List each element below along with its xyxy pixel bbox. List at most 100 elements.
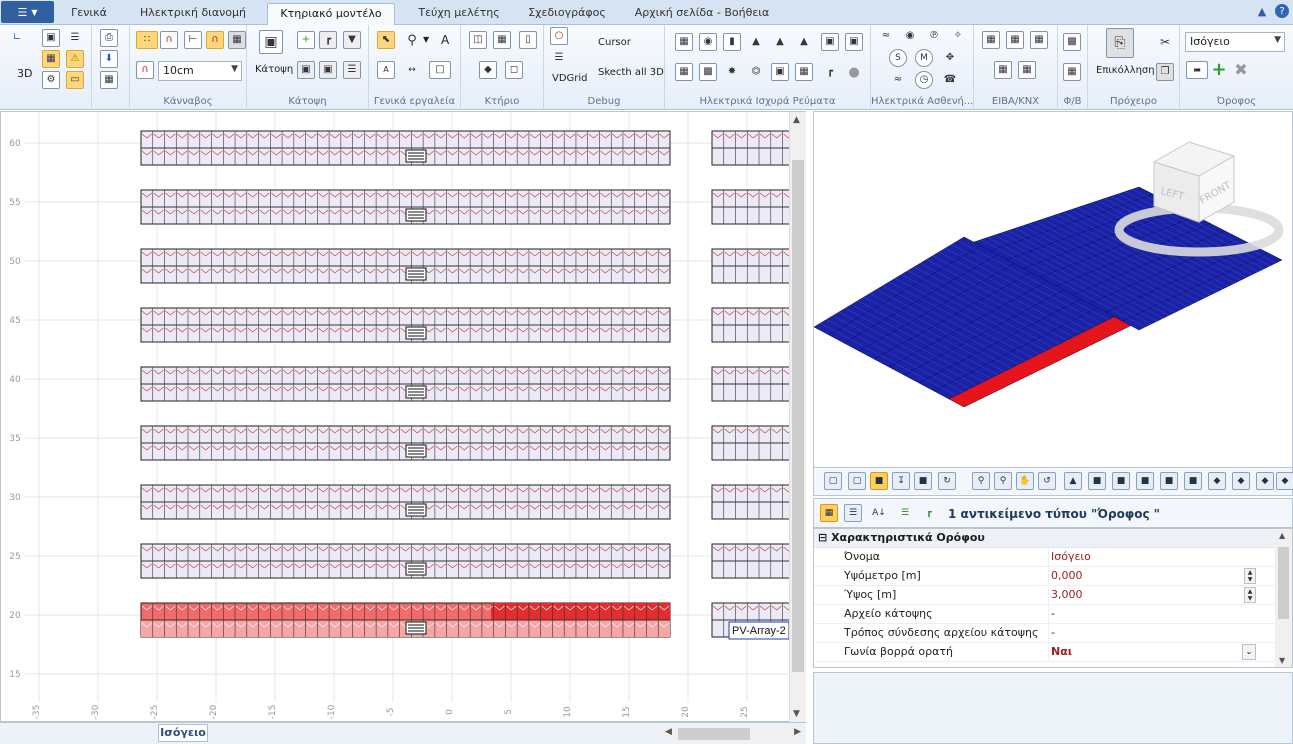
orbit-icon[interactable]: ↺	[1038, 472, 1056, 490]
zoom-window-icon[interactable]: ⚲	[972, 472, 990, 490]
add-floor-icon[interactable]: +	[1210, 61, 1228, 79]
antenna-icon[interactable]: ℗	[925, 27, 943, 45]
property-value[interactable]: -	[1048, 624, 1256, 642]
floorplan-icon[interactable]: ▣	[259, 30, 283, 54]
floor-select[interactable]: Ισόγειο ▼	[1185, 32, 1285, 52]
paste-button[interactable]: Επικόλληση	[1096, 65, 1155, 76]
pv-row[interactable]	[140, 130, 794, 166]
magnet-icon[interactable]: ∩	[206, 31, 224, 49]
collapse-ribbon-icon[interactable]: ▲	[1255, 4, 1269, 18]
property-row[interactable]: Όνομα Ισόγειο	[814, 548, 1292, 567]
wall-icon[interactable]: ┏	[319, 31, 337, 49]
annotation-icon[interactable]: A	[377, 61, 395, 79]
copy-icon[interactable]: ❐	[1156, 63, 1174, 81]
dimension-icon[interactable]: ↔	[403, 61, 421, 79]
3d-view[interactable]: LEFT FRONT	[813, 111, 1293, 468]
window-icon[interactable]: ▣	[42, 29, 60, 47]
grid-lock-icon[interactable]: ▦	[228, 31, 246, 49]
scroll-thumb[interactable]	[792, 160, 804, 672]
switch-icon[interactable]: ▮	[723, 33, 741, 51]
refresh-icon[interactable]: ↻	[938, 472, 956, 490]
zoom-icon[interactable]: ⚲	[403, 31, 421, 49]
scroll-down-icon[interactable]: ▼	[793, 709, 800, 719]
tab-building-model[interactable]: Κτηριακό μοντέλο	[267, 3, 395, 25]
iso-sw-icon[interactable]: ◆	[1208, 472, 1226, 490]
tab-drafter[interactable]: Σχεδιογράφος	[522, 3, 612, 25]
debug-circle-icon[interactable]: ○	[550, 27, 568, 45]
fan-icon[interactable]: ✸	[723, 63, 741, 81]
property-value[interactable]: Ναι ⌄	[1048, 643, 1256, 661]
floorplan-canvas[interactable]: 60555045403530252015-35 -30 -25 -20 -15 -10 -5…	[1, 112, 806, 722]
view-bottom-icon[interactable]: ■	[1184, 472, 1202, 490]
scroll-right-icon[interactable]: ▶	[794, 727, 801, 737]
pv-panel-icon[interactable]: ▩	[1063, 33, 1081, 51]
display-icon[interactable]: ▭	[66, 71, 84, 89]
vdgrid-button[interactable]: VDGrid	[552, 73, 588, 84]
pv-row[interactable]	[140, 425, 794, 461]
property-value[interactable]: Ισόγειο	[1048, 548, 1256, 566]
export-icon[interactable]: ⬇	[100, 50, 118, 68]
delete-floor-icon[interactable]: ✖	[1232, 61, 1250, 79]
zoom-dropdown-icon[interactable]: ▼	[423, 35, 429, 44]
zoom-in-icon[interactable]: ⚲	[994, 472, 1012, 490]
table-icon[interactable]: ▦	[100, 71, 118, 89]
pv-row-selected[interactable]	[140, 602, 794, 638]
floorplan-horizontal-scrollbar[interactable]: ◀ ▶	[662, 726, 804, 742]
text-tool-icon[interactable]: A	[441, 33, 449, 47]
ceiling-lamp-icon[interactable]: ▲	[747, 33, 765, 51]
pv-row[interactable]	[140, 307, 794, 343]
door-icon[interactable]: ▯	[519, 31, 537, 49]
add-floorplan-icon[interactable]: +	[297, 31, 315, 49]
window-element-icon[interactable]: ▦	[493, 31, 511, 49]
pv-row[interactable]	[140, 366, 794, 402]
warning-icon[interactable]: ⚠	[66, 50, 84, 68]
floorplan-edit-icon[interactable]: ▣	[297, 61, 315, 79]
clock-icon[interactable]: ◷	[915, 71, 933, 89]
property-row[interactable]: Αρχείο κάτοψης -	[814, 605, 1292, 624]
spot-lamp-icon[interactable]: ▲	[795, 33, 813, 51]
floorplan-copy-icon[interactable]: ▣	[319, 61, 337, 79]
floorplan-view[interactable]: 60 55 50 45 40 35 30 25 20 15 -35 -30 -25 -20 -15 -10 -5…	[0, 111, 806, 722]
knx-switch-icon[interactable]: ▦	[1006, 31, 1024, 49]
3d-canvas[interactable]: LEFT FRONT	[814, 112, 1293, 468]
tab-home-help[interactable]: Αρχική σελίδα - Βοήθεια	[632, 3, 772, 25]
ground-icon[interactable]: ⏣	[747, 63, 765, 81]
knx-sensor-icon[interactable]: ▦	[994, 61, 1012, 79]
property-row[interactable]: Ύψος [m] 3,000 ▲ ▼	[814, 586, 1292, 605]
settings-icon[interactable]: ⚙	[42, 71, 60, 89]
collapse-icon[interactable]: ⊟	[818, 531, 827, 544]
signal-icon[interactable]: ≈	[889, 71, 907, 89]
floorplan-vertical-scrollbar[interactable]: ▲ ▼	[789, 112, 806, 722]
tab-electrical-distribution[interactable]: Ηλεκτρική διανομή	[133, 3, 253, 25]
scroll-left-icon[interactable]: ◀	[665, 727, 672, 737]
floorplan-label[interactable]: Κάτοψη	[255, 64, 293, 75]
hscroll-thumb[interactable]	[678, 728, 750, 740]
ortho-icon[interactable]: ⊢	[184, 31, 202, 49]
view-left-icon[interactable]: ■	[1112, 472, 1130, 490]
floor-tab-ground[interactable]: Ισόγειο	[158, 724, 208, 742]
property-value[interactable]: -	[1048, 605, 1256, 623]
scroll-down-icon[interactable]: ▼	[1279, 656, 1285, 665]
pv-array-icon[interactable]: ▦	[1063, 63, 1081, 81]
iso-nw-icon[interactable]: ◆	[1276, 472, 1293, 490]
rectangle-tool-icon[interactable]: □	[429, 61, 451, 79]
pv-row[interactable]	[140, 543, 794, 579]
tree-icon[interactable]: ☰	[66, 29, 84, 47]
application-menu-button[interactable]: ☰ ▼	[1, 1, 54, 23]
chevron-down-icon[interactable]: ⌄	[1242, 644, 1256, 660]
magnet-snap-icon[interactable]: ∩	[136, 61, 154, 79]
pv-row[interactable]	[140, 248, 794, 284]
iso-ne-icon[interactable]: ◆	[1256, 472, 1274, 490]
tab-study-documents[interactable]: Τεύχη μελέτης	[409, 3, 509, 25]
hierarchy-icon[interactable]: ┏	[920, 504, 938, 522]
pv-row[interactable]	[140, 484, 794, 520]
paste-icon[interactable]: ⎘	[1106, 28, 1134, 58]
panel-board-icon[interactable]: ▦	[675, 33, 693, 51]
floorplan-dropdown-icon[interactable]: ▼	[343, 31, 361, 49]
floorplan-list-icon[interactable]: ☰	[343, 61, 361, 79]
snap-magnet-icon[interactable]: ∩	[160, 31, 178, 49]
properties-categorized-icon[interactable]: ▦	[820, 504, 838, 522]
luminaire-icon[interactable]: ▣	[845, 33, 863, 51]
motion-icon[interactable]: ✥	[941, 49, 959, 67]
props-scroll-thumb[interactable]	[1278, 547, 1289, 619]
